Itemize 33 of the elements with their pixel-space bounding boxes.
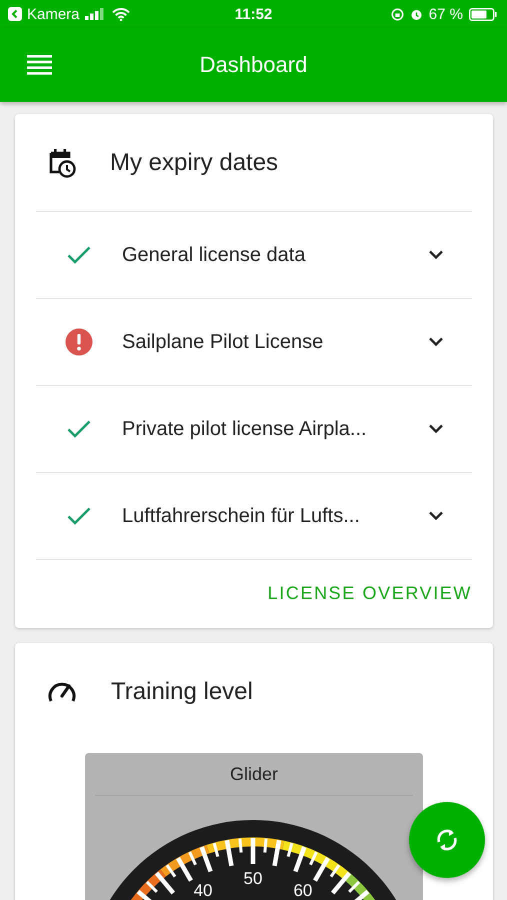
calendar-clock-icon: [48, 148, 76, 178]
chevron-icon[interactable]: [428, 250, 444, 260]
chevron-icon[interactable]: [428, 337, 444, 347]
alert-icon: [65, 328, 93, 356]
check-icon: [67, 507, 91, 525]
license-name: Private pilot license Airpla...: [122, 418, 368, 440]
gauge-label: 60: [293, 881, 312, 900]
license-row[interactable]: Luftfahrerschein für Lufts...: [36, 472, 472, 559]
gauge-label: 40: [194, 881, 213, 900]
rotation-lock-icon: [390, 8, 404, 20]
screen-title: Dashboard: [200, 52, 308, 77]
license-row[interactable]: Private pilot license Airpla...: [36, 385, 472, 472]
chevron-icon[interactable]: [428, 511, 444, 521]
gauge-icon: [47, 680, 77, 704]
wifi-icon: [112, 8, 130, 20]
check-icon: [67, 420, 91, 438]
menu-icon[interactable]: [27, 55, 52, 75]
gauge-label: 50: [244, 869, 262, 888]
battery-icon: [469, 8, 497, 20]
license-name: Sailplane Pilot License: [122, 330, 324, 354]
chevron-icon[interactable]: [428, 424, 444, 434]
alarm-icon: [410, 8, 423, 20]
clock-time: 11:52: [234, 6, 272, 22]
check-icon: [67, 246, 91, 264]
license-row[interactable]: General license data: [36, 211, 472, 298]
card-title: Training level: [111, 678, 253, 706]
card-title: My expiry dates: [110, 148, 278, 176]
license-name: Luftfahrerschein für Lufts...: [122, 504, 361, 528]
back-icon[interactable]: [8, 7, 22, 21]
license-row[interactable]: Sailplane Pilot License: [36, 298, 472, 385]
gauge-title: Glider: [230, 764, 278, 784]
license-name: General license data: [122, 244, 306, 266]
battery-percent: 67 %: [428, 6, 463, 22]
